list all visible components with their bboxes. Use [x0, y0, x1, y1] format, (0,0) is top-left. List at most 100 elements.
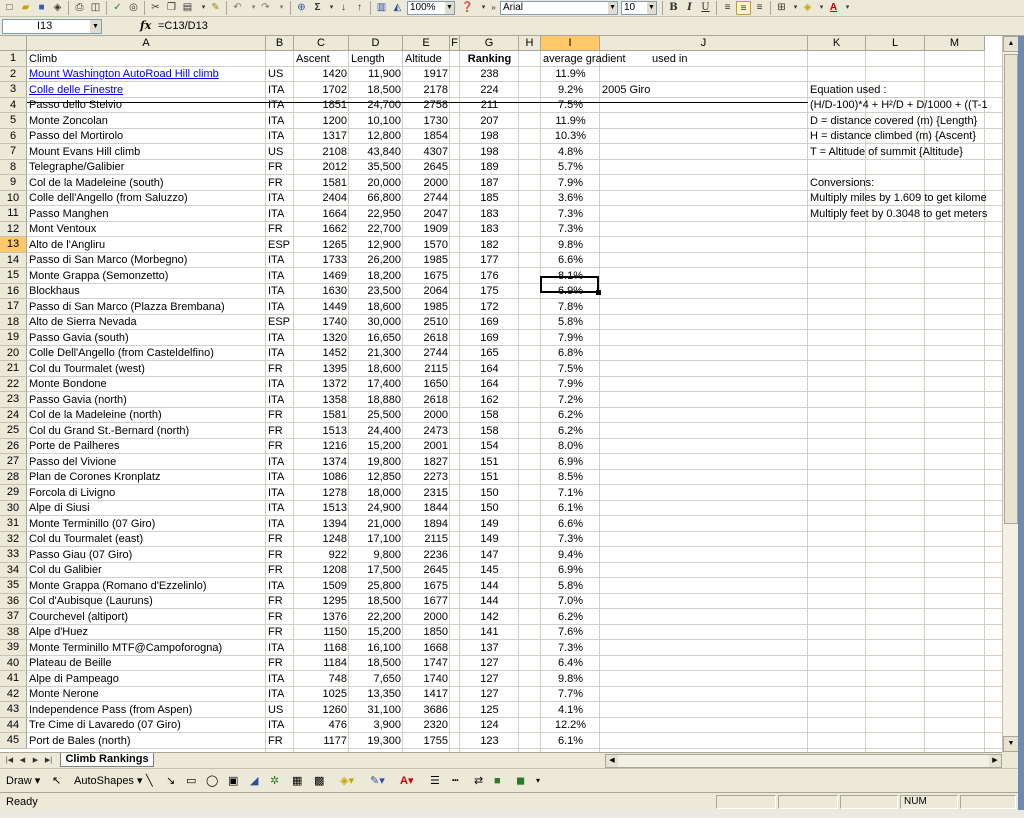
ranking-value[interactable]: 123	[460, 734, 519, 749]
length-value[interactable]: 18,500	[349, 656, 403, 671]
altitude-value[interactable]: 2064	[403, 284, 450, 299]
length-value[interactable]: 21,000	[349, 517, 403, 532]
length-value[interactable]: 18,000	[349, 486, 403, 501]
country-code[interactable]: ITA	[266, 284, 294, 299]
textbox-icon[interactable]: ▣	[228, 774, 238, 788]
country-code[interactable]: ITA	[266, 455, 294, 470]
altitude-value[interactable]: 2645	[403, 160, 450, 175]
length-value[interactable]: 24,700	[349, 98, 403, 113]
climb-name[interactable]: Passo del Vivione	[27, 455, 266, 470]
column-header-e[interactable]: E	[403, 36, 450, 51]
length-value[interactable]: 16,100	[349, 641, 403, 656]
autoshapes-menu-button[interactable]: AutoShapes ▾	[74, 774, 143, 788]
ascent-value[interactable]: 1372	[294, 377, 349, 392]
row-header-7[interactable]: 7	[0, 144, 27, 160]
row-header-35[interactable]: 35	[0, 578, 27, 594]
climb-name[interactable]: Mount Evans Hill climb	[27, 145, 266, 160]
ascent-value[interactable]: 1702	[294, 83, 349, 98]
spelling-icon[interactable]: ✓	[110, 1, 125, 15]
redo-chevron-icon[interactable]: ▾	[274, 1, 289, 15]
vertical-scrollbar[interactable]: ▲ ▼	[1002, 36, 1019, 752]
ranking-value[interactable]: 182	[460, 238, 519, 253]
country-code[interactable]: ITA	[266, 377, 294, 392]
gradient-value[interactable]: 7.9%	[541, 377, 600, 392]
line-style-icon[interactable]: ☰	[430, 774, 440, 788]
country-code[interactable]: ITA	[266, 672, 294, 687]
country-code[interactable]: ITA	[266, 470, 294, 485]
length-value[interactable]: 24,900	[349, 501, 403, 516]
oval-icon[interactable]: ◯	[206, 774, 218, 788]
row-header-28[interactable]: 28	[0, 469, 27, 485]
climb-name[interactable]: Col du Galibier	[27, 563, 266, 578]
gradient-value[interactable]: 7.8%	[541, 300, 600, 315]
font-color-icon[interactable]: A	[826, 1, 841, 15]
altitude-value[interactable]: 2000	[403, 176, 450, 191]
note-t-definition[interactable]: T = Altitude of summit {Altitude}	[808, 145, 1002, 160]
gradient-value[interactable]: 11.9%	[541, 67, 600, 82]
gradient-value[interactable]: 7.5%	[541, 362, 600, 377]
length-value[interactable]: 18,200	[349, 269, 403, 284]
gradient-value[interactable]: 11.9%	[541, 114, 600, 129]
ascent-value[interactable]: 1216	[294, 439, 349, 454]
altitude-value[interactable]: 1917	[403, 67, 450, 82]
country-code[interactable]: ITA	[266, 83, 294, 98]
row-header-20[interactable]: 20	[0, 345, 27, 361]
header-ranking[interactable]: Ranking	[460, 52, 519, 67]
line-icon[interactable]: ╲	[146, 774, 153, 788]
ascent-value[interactable]: 1248	[294, 532, 349, 547]
ranking-value[interactable]: 149	[460, 517, 519, 532]
country-code[interactable]: FR	[266, 176, 294, 191]
country-code[interactable]: ITA	[266, 641, 294, 656]
column-header-k[interactable]: K	[808, 36, 866, 51]
climb-name[interactable]: Alpe di Siusi	[27, 501, 266, 516]
altitude-value[interactable]: 1677	[403, 594, 450, 609]
fill-color-icon[interactable]: ◈▾	[340, 774, 354, 788]
length-value[interactable]: 22,200	[349, 610, 403, 625]
ranking-value[interactable]: 150	[460, 501, 519, 516]
autosum-icon[interactable]: Σ	[310, 1, 325, 15]
row-header-9[interactable]: 9	[0, 175, 27, 191]
ascent-value[interactable]: 1295	[294, 594, 349, 609]
header-altitude[interactable]: Altitude	[403, 52, 450, 67]
country-code[interactable]: ITA	[266, 207, 294, 222]
row-header-23[interactable]: 23	[0, 392, 27, 408]
length-value[interactable]: 13,350	[349, 687, 403, 702]
climb-name[interactable]: Monte Grappa (Semonzetto)	[27, 269, 266, 284]
length-value[interactable]: 18,500	[349, 83, 403, 98]
altitude-value[interactable]: 1844	[403, 501, 450, 516]
ranking-value[interactable]: 151	[460, 455, 519, 470]
country-code[interactable]: US	[266, 67, 294, 82]
altitude-value[interactable]: 2618	[403, 331, 450, 346]
row-header-26[interactable]: 26	[0, 438, 27, 454]
ranking-value[interactable]: 165	[460, 346, 519, 361]
ranking-value[interactable]: 125	[460, 703, 519, 718]
country-code[interactable]: ITA	[266, 253, 294, 268]
ascent-value[interactable]: 1317	[294, 129, 349, 144]
column-header-i[interactable]: I	[541, 36, 600, 51]
altitude-value[interactable]: 2320	[403, 718, 450, 733]
italic-button[interactable]: I	[682, 1, 697, 15]
header-climb[interactable]: Climb	[27, 52, 266, 67]
climb-name[interactable]: Blockhaus	[27, 284, 266, 299]
research-icon[interactable]: ◎	[126, 1, 141, 15]
climb-name[interactable]: Port de Bales (north)	[27, 734, 266, 749]
header-length[interactable]: Length	[349, 52, 403, 67]
note-miles-conversion[interactable]: Multiply miles by 1.609 to get kilome	[808, 191, 1002, 206]
climb-name[interactable]: Forcola di Livigno	[27, 486, 266, 501]
gradient-value[interactable]: 12.2%	[541, 718, 600, 733]
dash-style-icon[interactable]: ┅	[452, 774, 459, 788]
active-cell-selection[interactable]	[540, 276, 601, 295]
ranking-value[interactable]: 176	[460, 269, 519, 284]
prev-sheet-icon[interactable]: ◀	[17, 755, 28, 766]
bold-button[interactable]: B	[666, 1, 681, 15]
length-value[interactable]: 22,950	[349, 207, 403, 222]
ranking-value[interactable]: 198	[460, 129, 519, 144]
country-code[interactable]: ITA	[266, 300, 294, 315]
altitude-value[interactable]: 4307	[403, 145, 450, 160]
ranking-value[interactable]: 175	[460, 284, 519, 299]
country-code[interactable]: ITA	[266, 501, 294, 516]
altitude-value[interactable]: 2047	[403, 207, 450, 222]
row-header-25[interactable]: 25	[0, 423, 27, 439]
column-header-d[interactable]: D	[349, 36, 403, 51]
ascent-value[interactable]: 748	[294, 672, 349, 687]
